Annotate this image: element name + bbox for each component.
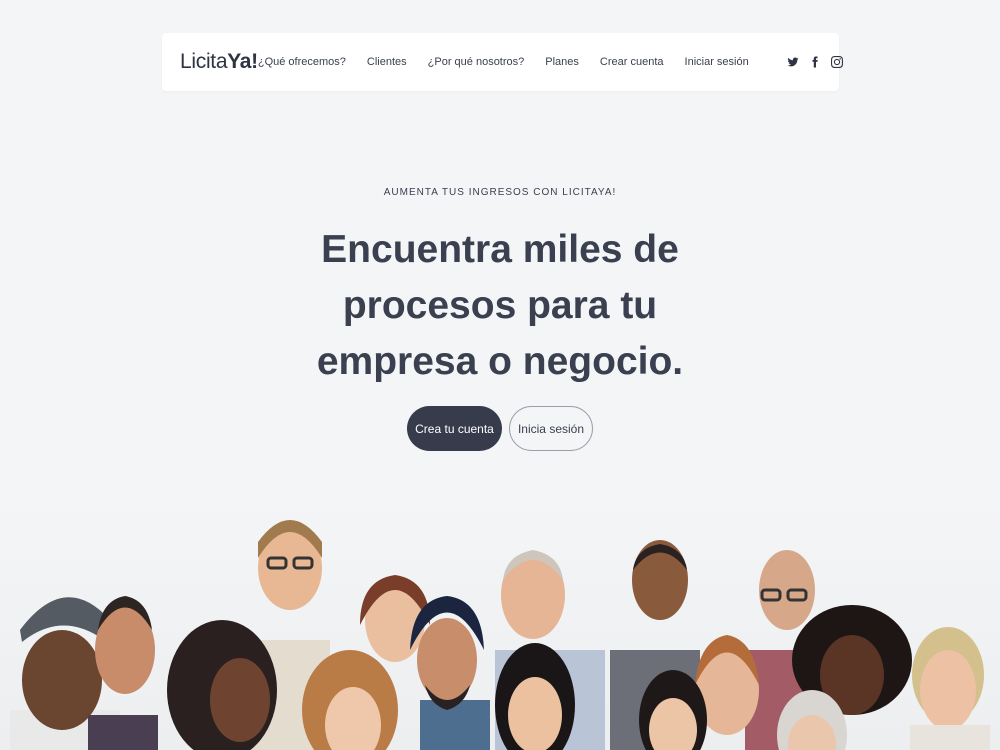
hero-headline: Encuentra miles de procesos para tu empr…: [316, 228, 684, 383]
top-navbar: LicitaYa! ¿Qué ofrecemos? Clientes ¿Por …: [162, 33, 843, 91]
logo-accent-text: Ya!: [227, 50, 258, 73]
social-links: [787, 56, 843, 68]
licitaya-logo[interactable]: LicitaYa!: [180, 50, 258, 74]
nav-link-iniciar-sesion[interactable]: Iniciar sesión: [685, 56, 749, 68]
hero-eyebrow: AUMENTA TUS INGRESOS CON LICITAYA!: [383, 187, 617, 198]
nav-link-crear-cuenta[interactable]: Crear cuenta: [600, 56, 664, 68]
nav-link-que-ofrecemos[interactable]: ¿Qué ofrecemos?: [258, 56, 346, 68]
twitter-icon[interactable]: [787, 56, 799, 68]
nav-link-clientes[interactable]: Clientes: [367, 56, 407, 68]
facebook-icon[interactable]: [809, 56, 821, 68]
nav-link-por-que-nosotros[interactable]: ¿Por qué nosotros?: [428, 56, 525, 68]
create-account-button[interactable]: Crea tu cuenta: [407, 406, 502, 451]
hero-cta-group: Crea tu cuenta Inicia sesión: [0, 406, 1000, 451]
login-button[interactable]: Inicia sesión: [509, 406, 593, 451]
nav-links: ¿Qué ofrecemos? Clientes ¿Por qué nosotr…: [258, 56, 749, 68]
instagram-icon[interactable]: [830, 56, 843, 68]
nav-link-planes[interactable]: Planes: [545, 56, 579, 68]
logo-main-text: Licita: [180, 50, 228, 73]
people-group-photo: [0, 500, 1000, 750]
